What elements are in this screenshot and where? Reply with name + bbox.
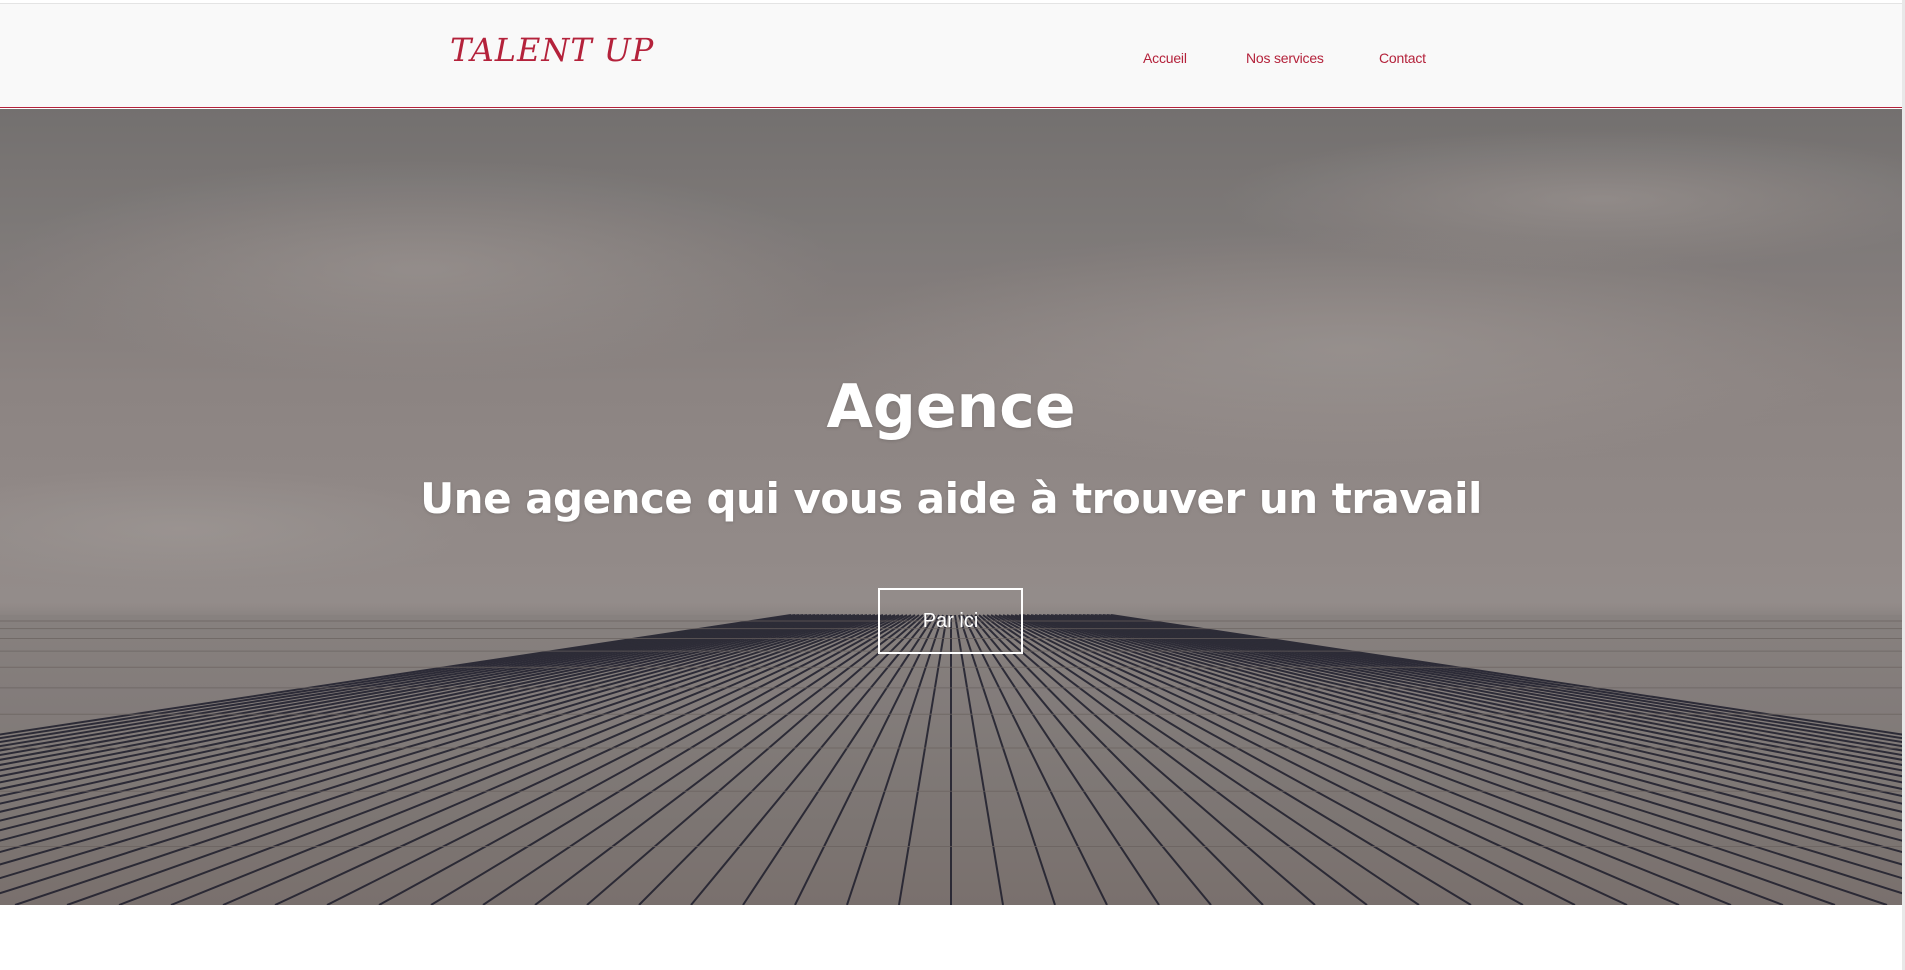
nav-link-accueil[interactable]: Accueil [1143,50,1187,66]
hero-subtitle: Une agence qui vous aide à trouver un tr… [420,474,1482,523]
navbar: TALENT UP Accueil Nos services Contact [0,3,1902,108]
par-ici-button[interactable]: Par ici [878,588,1023,654]
nav-link-nos-services[interactable]: Nos services [1246,50,1324,66]
brand-logo[interactable]: TALENT UP [450,34,654,66]
hero-section: Agence Une agence qui vous aide à trouve… [0,109,1902,905]
page: TALENT UP Accueil Nos services Contact A… [0,0,1905,970]
hero-title: Agence [826,372,1076,442]
nav-link-contact[interactable]: Contact [1379,50,1426,66]
